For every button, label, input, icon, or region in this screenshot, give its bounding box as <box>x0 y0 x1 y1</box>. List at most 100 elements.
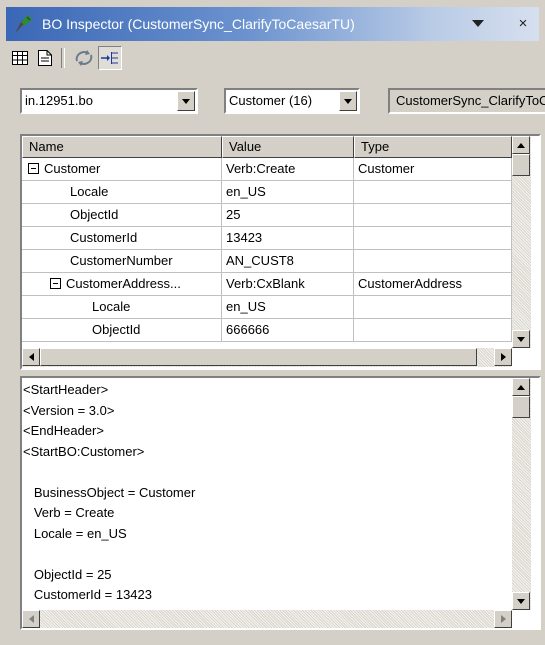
cell-name-text: CustomerAddress... <box>66 276 181 291</box>
cell-value: Verb:CxBlank <box>222 273 354 296</box>
arrow-down-icon <box>517 598 525 604</box>
cell-type <box>354 227 512 250</box>
arrow-right-icon <box>500 615 506 623</box>
chevron-down-icon <box>344 98 352 104</box>
cell-value: en_US <box>222 296 354 319</box>
bo-attribute-table[interactable]: Name Value Type Customer Verb:Create Custo… <box>20 134 541 370</box>
collapse-icon[interactable] <box>28 163 39 174</box>
cell-value: Verb:Create <box>222 158 354 181</box>
cell-name: Customer <box>22 158 222 181</box>
cell-name: Locale <box>22 181 222 204</box>
column-header-type[interactable]: Type <box>354 136 512 158</box>
cell-value: en_US <box>222 181 354 204</box>
cell-name: CustomerId <box>22 227 222 250</box>
table-vertical-scroll-thumb[interactable] <box>512 154 530 176</box>
chevron-down-icon <box>182 98 190 104</box>
scroll-down-button[interactable] <box>512 592 530 610</box>
collaboration-field[interactable]: CustomerSync_ClarifyToCaesarTU <box>388 88 545 114</box>
table-row[interactable]: Locale en_US <box>22 296 512 319</box>
text-line: <StartHeader> <box>23 382 109 397</box>
cell-type <box>354 181 512 204</box>
refresh-cycle-icon[interactable] <box>73 47 95 69</box>
scroll-right-button[interactable] <box>494 348 512 366</box>
cell-name-text: Customer <box>44 161 101 176</box>
cell-value: AN_CUST8 <box>222 250 354 273</box>
object-select[interactable]: Customer (16) <box>224 88 360 114</box>
chevron-down-icon[interactable] <box>468 14 488 34</box>
table-row[interactable]: CustomerNumber AN_CUST8 <box>22 250 512 273</box>
cell-type <box>354 250 512 273</box>
cell-type: Customer <box>354 158 512 181</box>
table-row[interactable]: ObjectId 666666 <box>22 319 512 342</box>
bo-text-view[interactable]: <StartHeader> <Version = 3.0> <EndHeader> <… <box>20 376 541 630</box>
table-view-icon[interactable] <box>9 47 31 69</box>
cell-name-text: Locale <box>70 184 109 199</box>
text-vertical-scroll-thumb[interactable] <box>512 396 530 418</box>
text-line: Locale = en_US <box>23 525 127 541</box>
cell-type <box>354 204 512 227</box>
arrow-right-icon <box>500 353 506 361</box>
cell-name: CustomerAddress... <box>22 273 222 296</box>
table-row[interactable]: ObjectId 25 <box>22 204 512 227</box>
cell-value: 666666 <box>222 319 354 342</box>
document-view-icon[interactable] <box>34 47 56 69</box>
arrow-left-icon <box>28 353 34 361</box>
scroll-up-button[interactable] <box>512 378 530 396</box>
table-horizontal-scroll-thumb[interactable] <box>40 348 477 366</box>
table-horizontal-scrollbar[interactable] <box>22 348 512 367</box>
title-bar[interactable]: BO Inspector (CustomerSync_ClarifyToCaes… <box>6 7 539 41</box>
cell-name: ObjectId <box>22 319 222 342</box>
cell-type: CustomerAddress <box>354 273 512 296</box>
file-select[interactable]: in.12951.bo <box>20 88 198 114</box>
cell-type <box>354 319 512 342</box>
arrow-up-icon <box>517 384 525 390</box>
cell-name-text: ObjectId <box>70 207 119 222</box>
table-row[interactable]: Customer Verb:Create Customer <box>22 158 512 181</box>
bo-inspector-app-icon <box>12 12 36 36</box>
text-line: ObjectId = 25 <box>23 566 112 582</box>
scroll-left-button[interactable] <box>22 348 40 366</box>
text-line: <Version = 3.0> <box>23 402 115 418</box>
window-title: BO Inspector (CustomerSync_ClarifyToCaes… <box>42 16 355 32</box>
text-horizontal-scrollbar[interactable] <box>22 610 512 628</box>
collaboration-field-value: CustomerSync_ClarifyToCaesarTU <box>396 93 545 108</box>
table-vertical-scrollbar[interactable] <box>512 136 531 348</box>
collapse-icon[interactable] <box>50 278 61 289</box>
cell-name: ObjectId <box>22 204 222 227</box>
table-row[interactable]: Locale en_US <box>22 181 512 204</box>
column-header-name[interactable]: Name <box>22 136 222 158</box>
cell-name: Locale <box>22 296 222 319</box>
scroll-left-button[interactable] <box>22 610 40 628</box>
scroll-down-button[interactable] <box>512 330 530 348</box>
file-select-dropdown-button[interactable] <box>177 91 195 111</box>
column-header-value[interactable]: Value <box>222 136 354 158</box>
object-select-dropdown-button[interactable] <box>339 91 357 111</box>
scroll-right-button[interactable] <box>494 610 512 628</box>
toolbar-separator <box>61 48 65 68</box>
text-line: <EndHeader> <box>23 423 104 438</box>
cell-name-text: ObjectId <box>92 322 141 337</box>
arrow-down-icon <box>517 336 525 342</box>
object-select-value: Customer (16) <box>229 93 313 108</box>
cell-type <box>354 296 512 319</box>
cell-name-text: CustomerId <box>70 230 138 245</box>
cell-name-text: Locale <box>92 299 131 314</box>
flow-tree-icon[interactable] <box>98 46 122 70</box>
text-line: Verb = Create <box>23 505 115 520</box>
bo-inspector-window: BO Inspector (CustomerSync_ClarifyToCaes… <box>0 0 545 645</box>
arrow-left-icon <box>28 615 34 623</box>
text-line: CustomerId = 13423 <box>23 587 152 602</box>
table-row[interactable]: CustomerAddress... Verb:CxBlank CustomerAd… <box>22 273 512 296</box>
table-row[interactable]: CustomerId 13423 <box>22 227 512 250</box>
file-select-value: in.12951.bo <box>25 93 93 108</box>
scroll-up-button[interactable] <box>512 136 530 154</box>
text-line: BusinessObject = Customer <box>23 484 196 500</box>
cell-value: 25 <box>222 204 354 227</box>
arrow-up-icon <box>517 142 525 148</box>
cell-name-text: CustomerNumber <box>70 253 173 268</box>
cell-name: CustomerNumber <box>22 250 222 273</box>
toolbar <box>6 44 539 72</box>
close-button[interactable]: × <box>513 14 533 34</box>
text-line: <StartBO:Customer> <box>23 443 145 459</box>
text-vertical-scrollbar[interactable] <box>512 378 531 610</box>
